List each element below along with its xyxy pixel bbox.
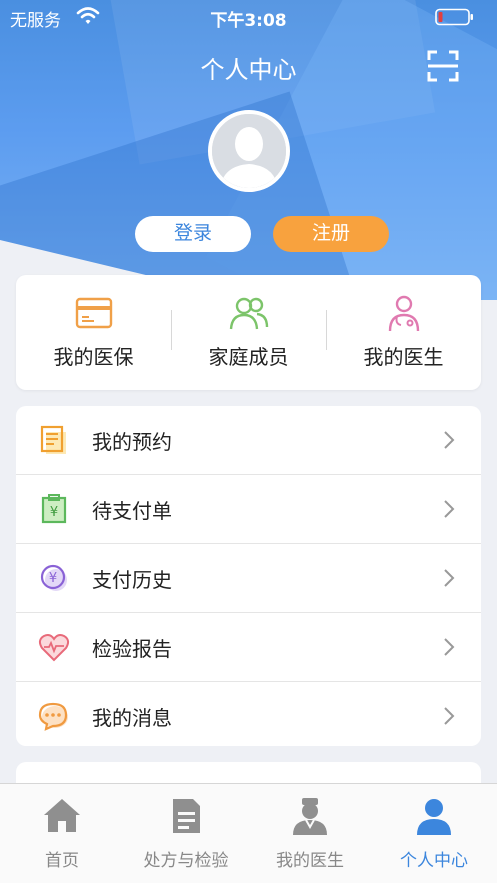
menu-list: 我的预约 ¥ 待支付单 ¥ 支付历史 检验报告 我的消息: [16, 406, 481, 746]
menu-item-test-reports[interactable]: 检验报告: [16, 613, 481, 681]
quick-links-card: 我的医保 家庭成员 我的医生: [16, 275, 481, 390]
status-time: 下午3:08: [210, 11, 287, 31]
chevron-right-icon: [444, 431, 455, 449]
quick-link-label: 家庭成员: [208, 345, 289, 369]
tab-prescriptions[interactable]: 处方与检验: [124, 784, 248, 883]
menu-item-payment-history[interactable]: ¥ 支付历史: [16, 544, 481, 612]
tab-home[interactable]: 首页: [0, 784, 124, 883]
medical-card-icon: [75, 297, 113, 329]
family-icon: [229, 297, 269, 330]
appointment-icon: [40, 425, 66, 454]
tab-label: 我的医生: [276, 851, 344, 871]
quick-link-my-doctor[interactable]: 我的医生: [326, 275, 481, 390]
test-report-icon: [38, 634, 70, 662]
screen: 无服务 下午3:08 个人中心 登录 注册 我的医保 家庭成员 我的医生 我的预…: [0, 0, 497, 883]
menu-item-appointments[interactable]: 我的预约: [16, 406, 481, 474]
home-icon: [44, 799, 80, 832]
svg-text:¥: ¥: [49, 571, 57, 586]
tab-profile[interactable]: 个人中心: [372, 784, 496, 883]
avatar[interactable]: [208, 110, 290, 192]
message-icon: [38, 702, 68, 731]
chevron-right-icon: [444, 569, 455, 587]
prescription-icon: [173, 799, 200, 833]
chevron-right-icon: [444, 707, 455, 725]
page-title: 个人中心: [200, 56, 297, 84]
svg-text:¥: ¥: [50, 505, 58, 520]
tab-label: 首页: [45, 851, 79, 871]
menu-item-label: 检验报告: [92, 637, 172, 661]
tab-label: 处方与检验: [143, 851, 229, 871]
avatar-placeholder-icon: [212, 114, 286, 188]
battery-icon: [435, 8, 473, 26]
quick-link-family-members[interactable]: 家庭成员: [171, 275, 326, 390]
quick-link-label: 我的医生: [363, 345, 444, 369]
menu-item-label: 我的预约: [92, 430, 172, 454]
payment-history-icon: ¥: [40, 564, 67, 591]
scan-icon[interactable]: [427, 50, 459, 82]
chevron-right-icon: [444, 500, 455, 518]
profile-icon: [417, 799, 451, 835]
login-button[interactable]: 登录: [135, 216, 251, 252]
menu-item-label: 我的消息: [92, 706, 172, 730]
pending-payment-icon: ¥: [41, 494, 67, 524]
chevron-right-icon: [444, 638, 455, 656]
quick-link-medical-insurance[interactable]: 我的医保: [16, 275, 171, 390]
register-button[interactable]: 注册: [273, 216, 389, 252]
status-bar: 无服务 下午3:08: [0, 0, 497, 34]
quick-link-label: 我的医保: [53, 345, 134, 369]
doctor-tab-icon: [293, 798, 327, 835]
tab-bar: 首页 处方与检验 我的医生 个人中心: [0, 783, 497, 883]
menu-item-messages[interactable]: 我的消息: [16, 682, 481, 750]
doctor-icon: [388, 295, 420, 332]
tab-my-doctor[interactable]: 我的医生: [248, 784, 372, 883]
tab-label: 个人中心: [400, 851, 468, 871]
menu-item-label: 支付历史: [92, 568, 172, 592]
menu-item-label: 待支付单: [92, 499, 172, 523]
menu-item-pending-payments[interactable]: ¥ 待支付单: [16, 475, 481, 543]
